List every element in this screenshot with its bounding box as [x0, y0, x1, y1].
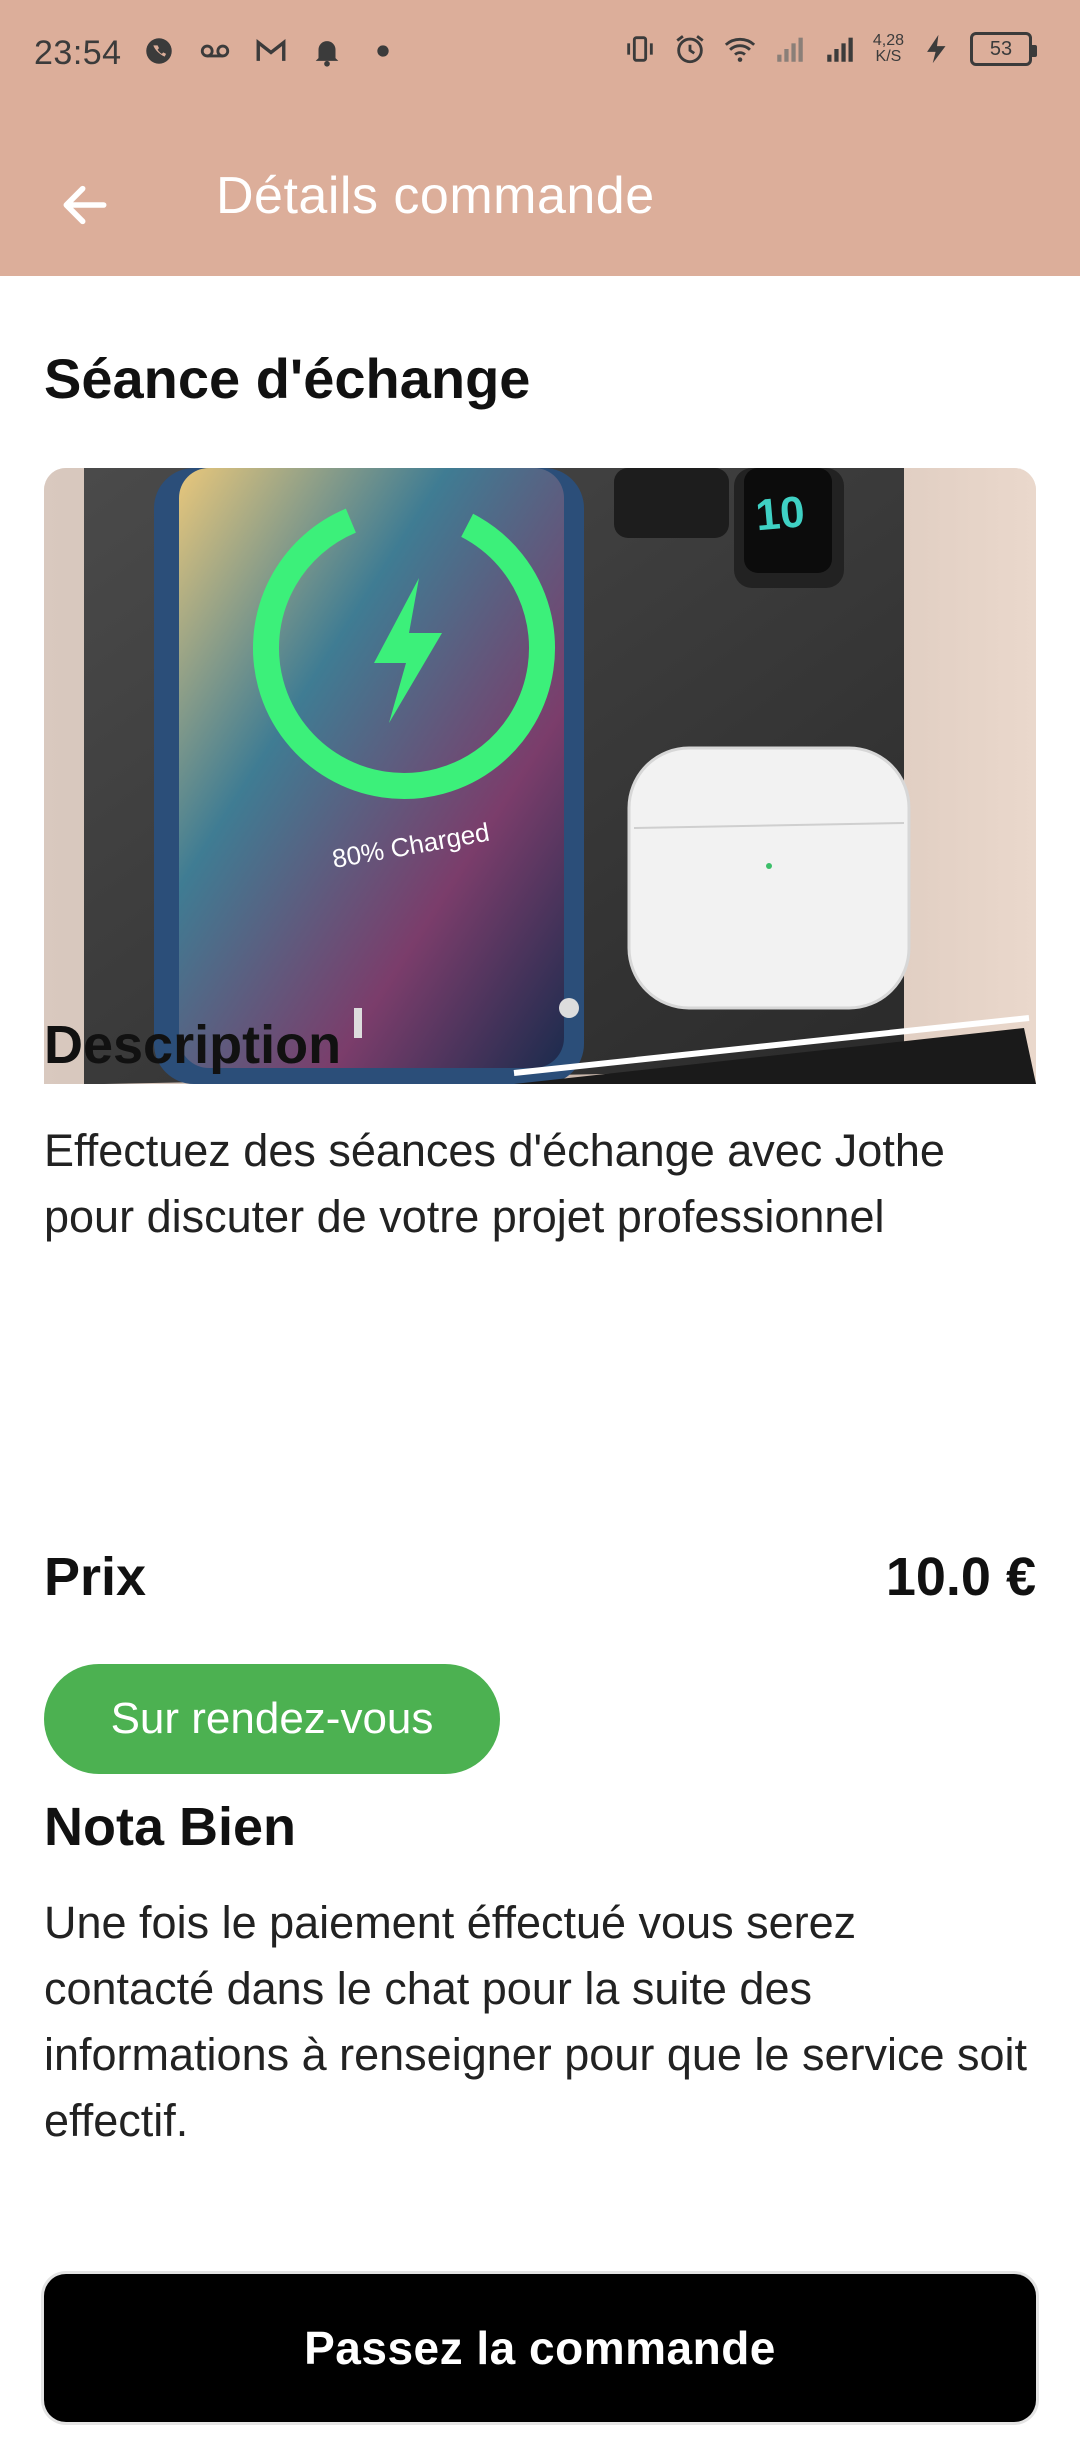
product-image: 80% Charged 10 [44, 468, 1036, 1084]
app-bar: Détails commande [0, 108, 1080, 276]
page-title: Détails commande [216, 167, 655, 225]
description-text: Effectuez des séances d'échange avec Jot… [44, 1125, 945, 1242]
price-label: Prix [44, 1547, 147, 1607]
voicemail-icon [200, 44, 230, 58]
service-title: Séance d'échange [44, 347, 531, 410]
whatsapp-icon [146, 38, 172, 64]
appointment-badge: Sur rendez-vous [44, 1664, 500, 1774]
status-bar: 23:54 4,28 K/S 53 [0, 0, 1080, 108]
notification-bell-icon [315, 41, 339, 67]
price-row: Prix 10.0 € [44, 1546, 1036, 1616]
network-speed: 4,28 K/S [873, 33, 904, 65]
back-button[interactable] [40, 160, 130, 250]
arrow-left-icon [63, 185, 107, 225]
wireless-charger-illustration: 80% Charged 10 [44, 468, 1036, 1084]
gmail-icon [256, 39, 286, 61]
place-order-button[interactable]: Passez la commande [44, 2274, 1036, 2422]
charging-icon [927, 34, 946, 64]
status-time: 23:54 [34, 34, 122, 72]
description-heading: Description [44, 1015, 342, 1075]
status-right-icons: 4,28 K/S 53 [623, 32, 1037, 66]
note-heading: Nota Bien [44, 1797, 297, 1857]
network-speed-value: 4,28 [872, 32, 904, 49]
price-value: 10.0 € [885, 1547, 1036, 1607]
top-bar: 23:54 4,28 K/S 53 Détails commande [0, 0, 1080, 276]
battery-indicator: 53 [970, 32, 1037, 66]
svg-text:10: 10 [754, 487, 807, 540]
network-speed-unit: K/S [875, 48, 902, 65]
battery-level: 53 [989, 37, 1013, 60]
note-text: Une fois le paiement éffectué vous serez… [44, 1897, 1028, 2146]
alarm-icon [676, 35, 704, 64]
vibrate-icon [627, 36, 653, 62]
signal-icon [777, 37, 803, 62]
signal-icon [827, 37, 853, 62]
dot-icon [377, 45, 389, 57]
wifi-icon [724, 37, 755, 62]
status-left-icons [142, 34, 400, 68]
